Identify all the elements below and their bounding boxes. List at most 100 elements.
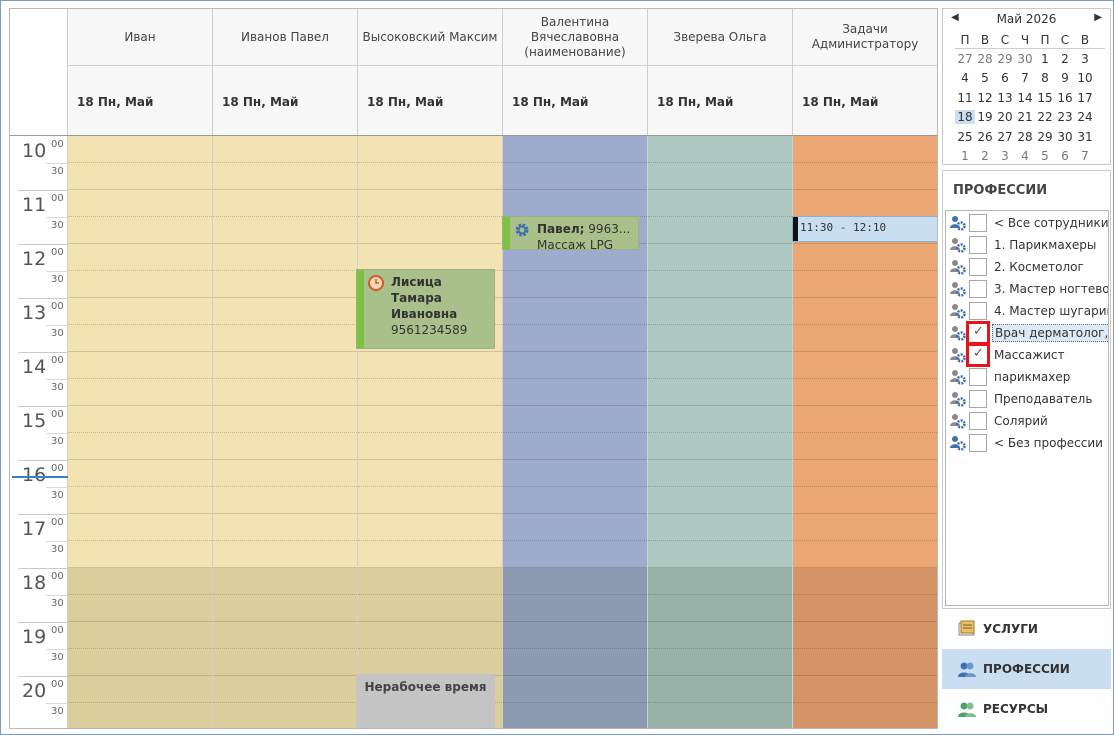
time-slot[interactable]: [648, 244, 792, 271]
time-slot[interactable]: [68, 460, 212, 487]
calendar-day[interactable]: 28: [1015, 130, 1035, 144]
time-slot[interactable]: [68, 487, 212, 514]
time-slot[interactable]: [358, 190, 502, 217]
profession-checkbox[interactable]: [969, 258, 987, 276]
calendar-day[interactable]: 18: [955, 110, 975, 125]
time-slot[interactable]: [793, 163, 937, 190]
time-slot[interactable]: [68, 541, 212, 568]
time-slot[interactable]: [213, 136, 357, 163]
time-slot[interactable]: [358, 217, 502, 244]
calendar-day[interactable]: 3: [995, 149, 1015, 163]
time-slot[interactable]: [648, 487, 792, 514]
calendar-day[interactable]: 6: [1055, 149, 1075, 163]
time-slot[interactable]: [648, 649, 792, 676]
time-slot[interactable]: [793, 568, 937, 595]
time-slot[interactable]: [68, 271, 212, 298]
calendar-day[interactable]: 23: [1055, 110, 1075, 124]
time-slot[interactable]: [503, 271, 647, 298]
profession-item[interactable]: Врач дерматолог, косметолог: [946, 321, 1108, 345]
time-slot[interactable]: [503, 190, 647, 217]
calendar-day[interactable]: 7: [1015, 71, 1035, 85]
time-slot[interactable]: [68, 676, 212, 703]
time-slot[interactable]: [213, 676, 357, 703]
time-slot[interactable]: [503, 487, 647, 514]
calendar-day[interactable]: 28: [975, 52, 995, 66]
resource-header[interactable]: Иванов Павел 18 Пн, Май: [213, 9, 358, 135]
time-slot[interactable]: [68, 595, 212, 622]
time-slot[interactable]: [213, 595, 357, 622]
time-slot[interactable]: [213, 649, 357, 676]
time-slot[interactable]: [793, 487, 937, 514]
time-slot[interactable]: [213, 541, 357, 568]
time-slot[interactable]: [793, 541, 937, 568]
calendar-day[interactable]: 13: [995, 91, 1015, 105]
calendar-day[interactable]: 7: [1075, 149, 1095, 163]
time-slot[interactable]: [358, 379, 502, 406]
time-slot[interactable]: [213, 622, 357, 649]
time-slot[interactable]: [793, 406, 937, 433]
calendar-day[interactable]: 5: [975, 71, 995, 85]
time-slot[interactable]: [648, 190, 792, 217]
time-slot[interactable]: [213, 514, 357, 541]
calendar-day[interactable]: 20: [995, 110, 1015, 124]
time-slot[interactable]: [648, 271, 792, 298]
calendar-day[interactable]: 15: [1035, 91, 1055, 105]
calendar-day[interactable]: 9: [1055, 71, 1075, 85]
time-slot[interactable]: [648, 460, 792, 487]
time-slot[interactable]: [358, 568, 502, 595]
time-slot[interactable]: [503, 379, 647, 406]
time-slot[interactable]: [358, 433, 502, 460]
profession-checkbox[interactable]: [969, 280, 987, 298]
time-slot[interactable]: [213, 460, 357, 487]
time-slot[interactable]: [213, 190, 357, 217]
time-slot[interactable]: [648, 514, 792, 541]
calendar-day[interactable]: 2: [975, 149, 995, 163]
time-slot[interactable]: [503, 298, 647, 325]
resource-header[interactable]: Задачи Администратору 18 Пн, Май: [793, 9, 937, 135]
time-slot[interactable]: [793, 460, 937, 487]
time-slot[interactable]: [68, 514, 212, 541]
nav-professions-button[interactable]: ПРОФЕССИИ: [942, 649, 1111, 689]
time-slot[interactable]: [213, 568, 357, 595]
time-slot[interactable]: [358, 649, 502, 676]
time-slot[interactable]: [648, 298, 792, 325]
time-slot[interactable]: [213, 352, 357, 379]
time-slot[interactable]: [648, 433, 792, 460]
time-slot[interactable]: [503, 568, 647, 595]
time-slot[interactable]: [213, 325, 357, 352]
time-slot[interactable]: [213, 163, 357, 190]
profession-item[interactable]: Солярий: [946, 410, 1108, 432]
time-slot[interactable]: [648, 595, 792, 622]
time-slot[interactable]: [648, 541, 792, 568]
time-slot[interactable]: [503, 649, 647, 676]
time-slot[interactable]: [503, 136, 647, 163]
time-slot[interactable]: [68, 622, 212, 649]
day-column[interactable]: [213, 136, 358, 728]
time-slot[interactable]: [503, 433, 647, 460]
time-slot[interactable]: [68, 433, 212, 460]
day-column[interactable]: [648, 136, 793, 728]
profession-item[interactable]: Массажист: [946, 343, 1108, 367]
time-slot[interactable]: [503, 460, 647, 487]
calendar-day[interactable]: 17: [1075, 91, 1095, 105]
calendar-day[interactable]: 21: [1015, 110, 1035, 124]
time-slot[interactable]: [358, 487, 502, 514]
calendar-day[interactable]: 12: [975, 91, 995, 105]
time-slot[interactable]: [793, 433, 937, 460]
calendar-day[interactable]: 22: [1035, 110, 1055, 124]
time-slot[interactable]: [503, 703, 647, 728]
time-slot[interactable]: [793, 649, 937, 676]
calendar-day[interactable]: 1: [1035, 52, 1055, 66]
resource-header[interactable]: Иван 18 Пн, Май: [68, 9, 213, 135]
time-slot[interactable]: [213, 271, 357, 298]
time-slot[interactable]: [358, 406, 502, 433]
resource-header[interactable]: Высоковский Максим 18 Пн, Май: [358, 9, 503, 135]
time-slot[interactable]: [213, 379, 357, 406]
profession-item[interactable]: < Все сотрудники >: [946, 212, 1108, 234]
time-slot[interactable]: [793, 244, 937, 271]
day-column[interactable]: [358, 136, 503, 728]
time-slot[interactable]: [793, 622, 937, 649]
nav-resources-button[interactable]: РЕСУРСЫ: [942, 689, 1111, 729]
time-slot[interactable]: [358, 460, 502, 487]
time-slot[interactable]: [648, 568, 792, 595]
